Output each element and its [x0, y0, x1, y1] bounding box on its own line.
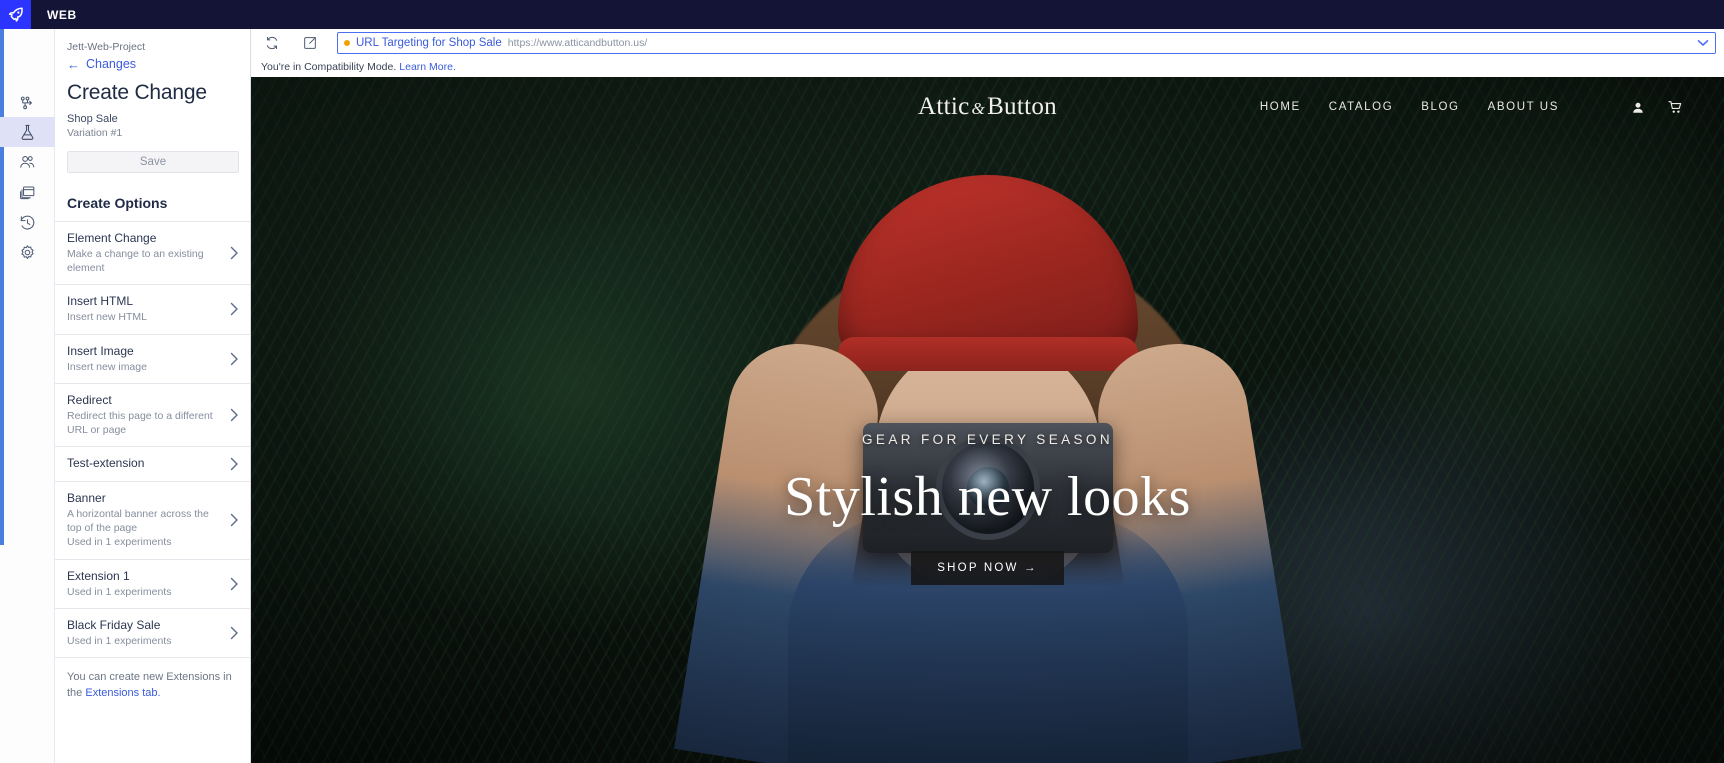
option-description: Redirect this page to a different URL or… — [67, 409, 213, 436]
option-title: Redirect — [67, 392, 112, 407]
rail-item-pages[interactable] — [0, 177, 55, 207]
reload-icon — [266, 36, 278, 50]
site-header: Attic &Button HOME CATALOG BLOG ABOUT US — [251, 77, 1724, 137]
nav-link-about-us[interactable]: ABOUT US — [1488, 101, 1559, 113]
chevron-right-icon — [230, 514, 239, 527]
option-redirect[interactable]: Redirect Redirect this page to a differe… — [55, 384, 250, 448]
option-description: Insert new HTML — [67, 311, 147, 324]
chevron-right-icon — [230, 408, 239, 422]
chevron-down-icon — [1697, 40, 1709, 46]
chevron-right-icon — [230, 246, 239, 260]
chevron-right-icon — [230, 577, 239, 590]
windows-icon — [20, 185, 35, 199]
option-title: Test-extension — [67, 456, 145, 471]
hero-kicker: GEAR FOR EVERY SEASON — [862, 432, 1113, 447]
compatibility-learn-more-link[interactable]: Learn More. — [399, 61, 456, 73]
arrow-left-icon: ← — [67, 56, 80, 72]
shop-now-button[interactable]: SHOP NOW → — [911, 551, 1064, 585]
page-title: Create Change — [67, 81, 207, 104]
preview-browser: URL Targeting for Shop Sale https://www.… — [251, 29, 1724, 763]
people-icon — [20, 155, 35, 168]
reload-button[interactable] — [261, 32, 283, 54]
rail-item-experiments-flow[interactable] — [0, 87, 55, 117]
option-title: Black Friday Sale — [67, 617, 161, 632]
extensions-hint: You can create new Extensions in the Ext… — [55, 658, 250, 702]
back-to-changes-link[interactable]: ← Changes — [67, 57, 238, 71]
shopping-cart-icon[interactable] — [1667, 100, 1684, 115]
browser-toolbar: URL Targeting for Shop Sale https://www.… — [251, 29, 1724, 57]
option-description: Insert new image — [67, 360, 147, 373]
create-change-panel: Jett-Web-Project ← Changes Create Change… — [55, 29, 251, 763]
brand-word-left: Attic — [918, 93, 970, 120]
create-options-list: Element Change Make a change to an exist… — [55, 221, 250, 658]
nav-link-home[interactable]: HOME — [1260, 101, 1301, 113]
compatibility-notice: You're in Compatibility Mode. Learn More… — [251, 57, 1724, 77]
url-bar[interactable]: URL Targeting for Shop Sale https://www.… — [337, 32, 1716, 54]
flask-icon — [21, 124, 34, 140]
rail-item-history[interactable] — [0, 207, 55, 237]
url-value: https://www.atticandbutton.us/ — [507, 37, 648, 49]
chevron-right-icon — [230, 626, 239, 639]
hero-vignette — [251, 77, 1724, 763]
open-external-icon — [304, 37, 316, 49]
option-usage: Used in 1 experiments — [67, 536, 172, 549]
gear-icon — [21, 244, 34, 259]
option-description: A horizontal banner across the top of th… — [67, 508, 209, 535]
hero-headline: Stylish new looks — [784, 466, 1191, 528]
site-preview[interactable]: Attic&Button HOME CATALOG BLOG ABOUT US — [251, 77, 1724, 763]
site-nav-icons — [1631, 100, 1684, 115]
project-name: Jett-Web-Project — [67, 41, 145, 53]
rocket-icon — [8, 7, 23, 22]
nav-link-blog[interactable]: BLOG — [1421, 101, 1459, 113]
site-nav-links: HOME CATALOG BLOG ABOUT US — [1260, 100, 1684, 115]
hero-content: GEAR FOR EVERY SEASON Stylish new looks … — [251, 432, 1724, 585]
site-brand[interactable]: Attic &Button — [918, 93, 1057, 121]
user-icon[interactable] — [1631, 100, 1645, 115]
option-description: Make a change to an existing element — [67, 248, 204, 275]
option-insert-html[interactable]: Insert HTML Insert new HTML — [55, 285, 250, 335]
targeting-status-dot — [344, 40, 350, 46]
app-top-bar: WEB — [0, 0, 1724, 29]
option-title: Insert HTML — [67, 294, 134, 309]
variation-label: Variation #1 — [67, 127, 123, 139]
rail-item-settings[interactable] — [0, 237, 55, 267]
chevron-right-icon — [230, 457, 239, 471]
url-dropdown-button[interactable] — [1697, 39, 1709, 47]
back-link-label: Changes — [86, 57, 137, 71]
option-banner[interactable]: Banner A horizontal banner across the to… — [55, 482, 250, 560]
option-test-extension[interactable]: Test-extension — [55, 447, 250, 483]
option-usage: Used in 1 experiments — [67, 585, 172, 598]
rail-item-audiences[interactable] — [0, 147, 55, 177]
option-insert-image[interactable]: Insert Image Insert new image — [55, 335, 250, 384]
chevron-right-icon — [230, 352, 239, 365]
app-logo[interactable] — [0, 0, 31, 29]
app-product-label: WEB — [47, 7, 77, 22]
compatibility-text: You're in Compatibility Mode. — [261, 61, 397, 73]
experiment-name: Shop Sale — [67, 113, 118, 125]
option-black-friday-sale[interactable]: Black Friday Sale Used in 1 experiments — [55, 609, 250, 658]
option-title: Insert Image — [67, 343, 134, 358]
primary-nav-rail — [0, 29, 55, 763]
option-title: Element Change — [67, 231, 157, 245]
extensions-tab-link[interactable]: Extensions tab. — [85, 687, 160, 699]
rail-item-experiments[interactable] — [0, 117, 55, 147]
save-button[interactable]: Save — [67, 151, 239, 173]
option-title: Extension 1 — [67, 568, 130, 583]
experiment-flow-icon — [20, 96, 32, 109]
nav-link-catalog[interactable]: CATALOG — [1329, 101, 1393, 113]
brand-ampersand: & — [971, 99, 986, 118]
option-element-change[interactable]: Element Change Make a change to an exist… — [55, 222, 250, 286]
chevron-right-icon — [230, 303, 239, 316]
open-in-new-tab-button[interactable] — [299, 32, 321, 54]
url-targeting-label: URL Targeting for Shop Sale — [356, 37, 502, 49]
history-clock-icon — [20, 215, 35, 230]
option-usage: Used in 1 experiments — [67, 634, 172, 647]
option-title: Banner — [67, 491, 106, 506]
brand-word-right: Button — [987, 93, 1057, 120]
option-extension-1[interactable]: Extension 1 Used in 1 experiments — [55, 560, 250, 609]
create-options-heading: Create Options — [67, 195, 168, 211]
